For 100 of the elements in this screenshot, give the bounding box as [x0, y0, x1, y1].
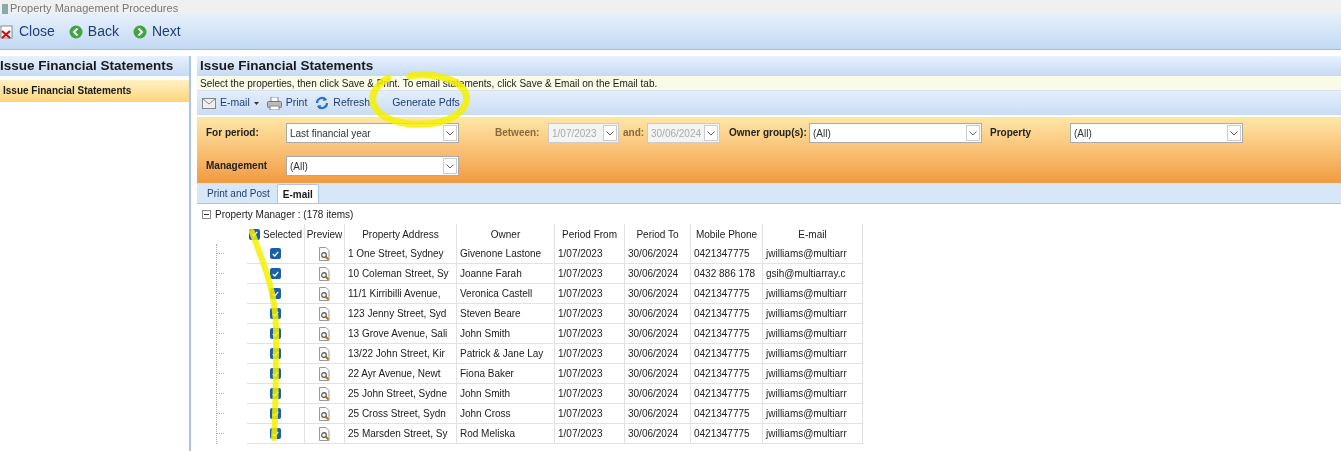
table-cell: 0421347775 — [691, 244, 763, 264]
refresh-button[interactable]: Refresh — [315, 95, 371, 111]
chevron-down-icon[interactable] — [704, 125, 718, 141]
column-header[interactable]: Mobile Phone — [695, 226, 758, 242]
table-cell: 0421347775 — [691, 424, 763, 444]
column-header[interactable]: Owner — [490, 226, 521, 242]
table-cell: 1/07/2023 — [555, 304, 625, 324]
checkbox[interactable] — [270, 348, 281, 359]
table-cell: 1/07/2023 — [555, 364, 625, 384]
table-cell: Patrick & Jane Lay — [457, 344, 555, 364]
checkbox[interactable] — [270, 368, 281, 379]
dropdown-field[interactable]: (All) — [286, 156, 459, 176]
table-cell: John Smith — [457, 324, 555, 344]
dropdown-field[interactable]: Last financial year — [286, 123, 459, 143]
table-cell: John Cross — [457, 404, 555, 424]
group-label: Property Manager : (178 items) — [215, 207, 354, 222]
email-button[interactable]: E-mail — [202, 95, 259, 111]
app-icon — [2, 4, 8, 14]
minus-box-icon[interactable] — [202, 209, 211, 219]
column-header[interactable]: Period From — [562, 226, 617, 242]
chevron-down-icon[interactable] — [443, 158, 457, 174]
window-title: Property Management Procedures — [10, 2, 179, 14]
back-button[interactable]: Back — [68, 21, 119, 42]
table-cell: jwilliams@multiarr — [763, 324, 863, 344]
table-cell: 1 One Street, Sydney — [345, 244, 457, 264]
checkbox[interactable] — [270, 248, 281, 259]
table-cell: 30/06/2024 — [625, 364, 691, 384]
preview-icon[interactable] — [318, 326, 331, 341]
column-header[interactable]: Selected — [263, 226, 302, 242]
preview-icon[interactable] — [318, 426, 331, 441]
table-cell: 0421347775 — [691, 404, 763, 424]
checkbox[interactable] — [270, 388, 281, 399]
generate-button[interactable]: Generate Pdfs — [392, 95, 460, 111]
table-cell: 0421347775 — [691, 284, 763, 304]
envelope-icon — [202, 97, 216, 109]
table-cell: 1/07/2023 — [555, 404, 625, 424]
column-header[interactable]: E-mail — [798, 226, 827, 242]
table-cell: 0421347775 — [691, 324, 763, 344]
close-button[interactable]: Close — [0, 21, 55, 42]
preview-icon[interactable] — [318, 246, 331, 261]
chevron-down-icon[interactable] — [443, 125, 457, 141]
table-cell: Steven Beare — [457, 304, 555, 324]
table-cell: Givenone Lastone — [457, 244, 555, 264]
table-cell: jwilliams@multiarr — [763, 364, 863, 384]
preview-icon[interactable] — [318, 266, 331, 281]
table-cell: 1/07/2023 — [555, 384, 625, 404]
table-cell: 30/06/2024 — [625, 324, 691, 344]
table-cell: 0421347775 — [691, 364, 763, 384]
checkbox[interactable] — [270, 328, 281, 339]
table-cell: John Smith — [457, 384, 555, 404]
tab[interactable]: Print and Post — [202, 184, 275, 203]
preview-icon[interactable] — [318, 366, 331, 381]
table-cell: 25 Marsden Street, Sy — [345, 424, 457, 444]
column-header[interactable]: Preview — [306, 226, 343, 242]
refresh-icon — [315, 96, 330, 110]
table-cell: 11/1 Kirribilli Avenue, — [345, 284, 457, 304]
table-cell: 30/06/2024 — [625, 304, 691, 324]
panel-title: Issue Financial Statements — [197, 56, 1341, 76]
table-cell: 30/06/2024 — [625, 284, 691, 304]
table-cell: 1/07/2023 — [555, 264, 625, 284]
next-button[interactable]: Next — [132, 21, 181, 42]
sidebar-item[interactable]: Issue Financial Statements — [0, 80, 189, 102]
table-cell: 0421347775 — [691, 344, 763, 364]
dropdown-field[interactable]: (All) — [809, 123, 982, 143]
checkbox[interactable] — [270, 408, 281, 419]
table-cell: 1/07/2023 — [555, 324, 625, 344]
table-cell: Veronica Castell — [457, 284, 555, 304]
column-header[interactable]: Period To — [636, 226, 679, 242]
dropdown-arrow-icon[interactable] — [253, 101, 259, 105]
table-cell: 1/07/2023 — [555, 344, 625, 364]
table-cell: 30/06/2024 — [625, 344, 691, 364]
print-button[interactable]: Print — [266, 95, 308, 111]
table-cell: 30/06/2024 — [625, 424, 691, 444]
preview-icon[interactable] — [318, 286, 331, 301]
chevron-down-icon[interactable] — [966, 125, 980, 141]
table-cell: jwilliams@multiarr — [763, 304, 863, 324]
dropdown-field[interactable]: (All) — [1070, 123, 1243, 143]
checkbox[interactable] — [270, 308, 281, 319]
field-label: Between: — [495, 126, 540, 140]
chevron-down-icon[interactable] — [603, 125, 617, 141]
preview-icon[interactable] — [318, 386, 331, 401]
field-label: Owner group(s): — [729, 126, 807, 140]
table-cell: 0421347775 — [691, 384, 763, 404]
checkbox[interactable] — [270, 428, 281, 439]
table-cell: jwilliams@multiarr — [763, 244, 863, 264]
table-cell: jwilliams@multiarr — [763, 344, 863, 364]
table-cell: 0432 886 178 — [691, 264, 763, 284]
table-cell: 1/07/2023 — [555, 284, 625, 304]
preview-icon[interactable] — [318, 406, 331, 421]
printer-icon — [266, 96, 282, 110]
preview-icon[interactable] — [318, 306, 331, 321]
tab[interactable]: E-mail — [276, 184, 319, 203]
table-cell: 30/06/2024 — [625, 264, 691, 284]
chevron-down-icon[interactable] — [1227, 125, 1241, 141]
checkbox[interactable] — [270, 268, 281, 279]
close-icon — [0, 24, 14, 39]
preview-icon[interactable] — [318, 346, 331, 361]
checkbox[interactable] — [249, 228, 261, 240]
column-header[interactable]: Property Address — [362, 226, 439, 242]
table-cell: jwilliams@multiarr — [763, 384, 863, 404]
